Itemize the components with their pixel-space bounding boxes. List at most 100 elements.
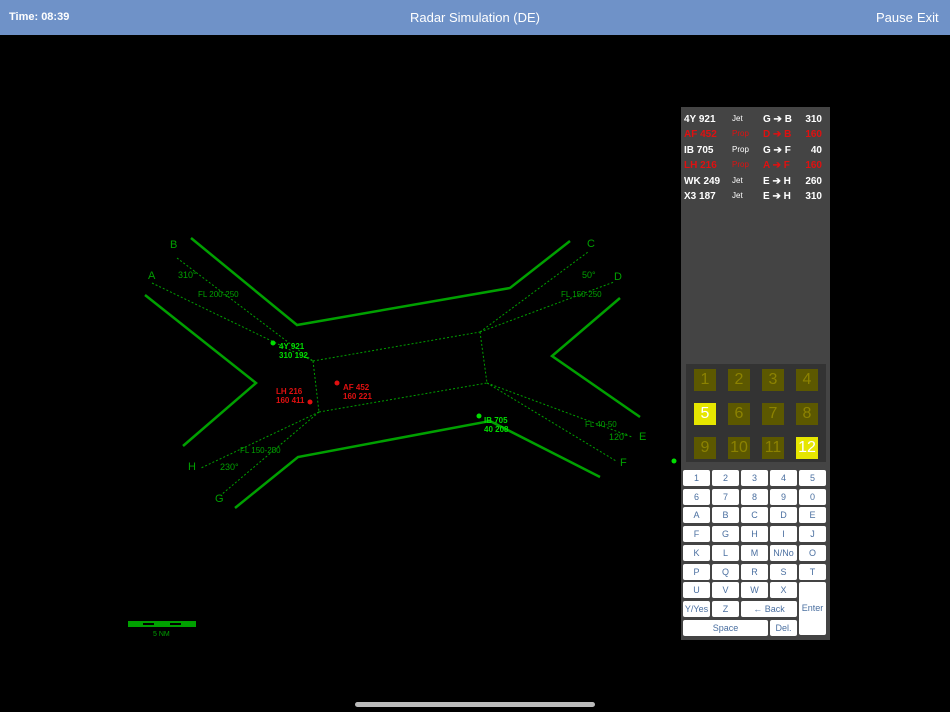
flight-strip[interactable]: AF 452 Prop D ➔ B 160 [684,128,827,143]
radar-scope[interactable]: A B C D E F G H 310° 50° 120° 230° FL 20… [0,35,680,695]
fix-label-f: F [620,457,627,469]
flight-strip-callsign: 4Y 921 [684,114,716,125]
aircraft-callsign: 4Y 921 [279,342,305,351]
airways [151,251,633,496]
flight-strip-callsign: IB 705 [684,144,714,156]
key-7[interactable]: 7 [712,488,739,505]
speed-cell[interactable]: 2 [728,369,750,391]
page-title: Radar Simulation (DE) [409,10,541,25]
aircraft-data: 40 208 [484,425,509,434]
key-i[interactable]: I [770,526,797,543]
key-u[interactable]: U [683,582,710,599]
key-x[interactable]: X [770,582,797,599]
fix-label-c: C [587,238,595,250]
speed-cell[interactable]: 1 [694,369,716,391]
pause-button[interactable]: Pause [876,10,913,25]
aircraft-callsign: IB 705 [484,416,508,425]
flight-strip[interactable]: LH 216 Prop A ➔ F 160 [684,159,827,174]
flight-strip-level: 310 [805,114,822,125]
flight-strip[interactable]: WK 249 Jet E ➔ H 260 [684,175,827,190]
speed-cell[interactable]: 3 [762,369,784,391]
flight-strip-type: Prop [732,160,749,170]
key-del[interactable]: Del. [770,619,797,636]
key-1[interactable]: 1 [683,470,710,486]
key-t[interactable]: T [799,563,826,580]
key-0[interactable]: 0 [799,488,826,505]
key-enter[interactable]: Enter [799,582,826,636]
fix-label-e: E [639,431,646,443]
key-r[interactable]: R [741,563,768,580]
speed-cell[interactable]: 4 [796,369,818,391]
exit-button[interactable]: Exit [917,10,939,25]
fix-label-g: G [215,493,224,505]
key-g[interactable]: G [712,526,739,543]
key-6[interactable]: 6 [683,488,710,505]
key-back[interactable]: ← Back [741,600,797,617]
key-f[interactable]: F [683,526,710,543]
heading-label-c: 50° [582,270,596,280]
flight-strip[interactable]: 4Y 921 Jet G ➔ B 310 [684,113,827,128]
key-9[interactable]: 9 [770,488,797,505]
key-p[interactable]: P [683,563,710,580]
aircraft-target[interactable]: 4Y 921 310 192 [270,340,309,361]
flight-strip-level: 160 [805,129,822,141]
flight-strip[interactable]: IB 705 Prop G ➔ F 40 [684,144,827,159]
speed-cell[interactable]: 5 [694,403,716,425]
key-4[interactable]: 4 [770,470,797,486]
key-q[interactable]: Q [712,563,739,580]
flight-strip-level: 40 [810,144,822,156]
flight-strip-type: Jet [732,114,743,123]
flight-strip-callsign: WK 249 [684,175,721,187]
flight-strip-route: E ➔ H [763,175,791,187]
key-8[interactable]: 8 [741,488,768,505]
flight-strip-callsign: X3 187 [684,191,716,202]
key-yyes[interactable]: Y/Yes [683,600,710,617]
key-k[interactable]: K [683,544,710,561]
key-2[interactable]: 2 [712,470,739,486]
key-l[interactable]: L [712,544,739,561]
key-b[interactable]: B [712,507,739,524]
flight-strip-level: 260 [805,175,822,187]
key-o[interactable]: O [799,544,826,561]
scale-label: 5 NM [153,631,170,638]
flight-level-ef: FL 40-50 [585,420,617,429]
home-indicator[interactable] [355,702,595,707]
speed-cell[interactable]: 12 [796,437,818,459]
key-s[interactable]: S [770,563,797,580]
flight-strip-route: G ➔ B [763,114,792,125]
speed-cell[interactable]: 7 [762,403,784,425]
aircraft-data: 160 411 [276,396,305,405]
scale-bar: 5 NM [128,621,196,638]
fix-label-b: B [170,239,177,251]
key-m[interactable]: M [741,544,768,561]
speed-cell[interactable]: 9 [694,437,716,459]
key-e[interactable]: E [799,507,826,524]
flight-strip[interactable]: X3 187 Jet E ➔ H 310 [684,190,827,205]
speed-cell[interactable]: 6 [728,403,750,425]
speed-cell[interactable]: 11 [762,437,784,459]
key-3[interactable]: 3 [741,470,768,486]
flight-strip-type: Prop [732,144,749,154]
speed-cell[interactable]: 8 [796,403,818,425]
key-d[interactable]: D [770,507,797,524]
aircraft-target[interactable] [671,458,677,464]
key-space[interactable]: Space [683,619,768,636]
aircraft-data: 310 192 [279,351,308,360]
flight-strip-level: 310 [805,191,822,202]
top-bar: Time: 08:39 Radar Simulation (DE) Pause … [0,0,950,35]
key-v[interactable]: V [712,582,739,599]
aircraft-target[interactable]: LH 216 160 411 [276,387,313,405]
key-nno[interactable]: N/No [770,544,797,561]
aircraft-target[interactable]: AF 452 160 221 [334,380,373,402]
key-w[interactable]: W [741,582,768,599]
flight-strip-level: 160 [805,160,822,172]
key-c[interactable]: C [741,507,768,524]
key-z[interactable]: Z [712,600,739,617]
speed-cell[interactable]: 10 [728,437,750,459]
heading-label-e: 120° [609,432,628,442]
key-j[interactable]: J [799,526,826,543]
key-h[interactable]: H [741,526,768,543]
key-5[interactable]: 5 [799,470,826,486]
key-a[interactable]: A [683,507,710,524]
keyboard: 1 2 3 4 5 6 7 8 9 0 A B C D E F G H I J K L M N/No O P Q R S T U V W X Y/Y… [681,468,830,640]
